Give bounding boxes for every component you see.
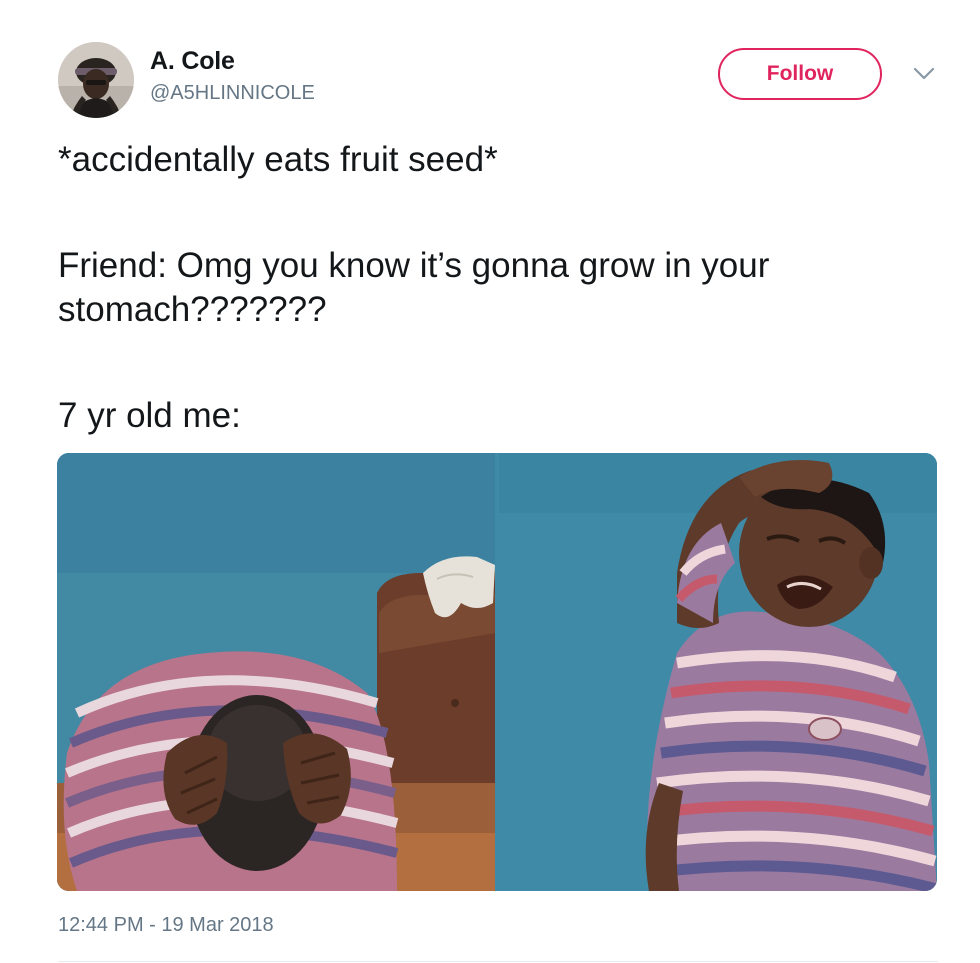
divider <box>58 961 938 962</box>
tweet-line-3: 7 yr old me: <box>58 396 241 435</box>
chevron-down-icon[interactable] <box>912 66 936 82</box>
tweet-line-2: Friend: Omg you know it’s gonna grow in … <box>58 246 770 329</box>
tweet-timestamp[interactable]: 12:44 PM - 19 Mar 2018 <box>58 914 274 937</box>
photo-left[interactable] <box>57 453 495 891</box>
author-name[interactable]: A. Cole <box>150 47 235 76</box>
author-handle[interactable]: @A5HLINNICOLE <box>150 82 315 105</box>
tweet-line-1: *accidentally eats fruit seed* <box>58 140 498 179</box>
tweet-card: A. Cole @A5HLINNICOLE Follow *accidental… <box>0 0 980 963</box>
media-grid <box>57 453 937 891</box>
avatar[interactable] <box>58 42 134 118</box>
photo-right[interactable] <box>499 453 937 891</box>
follow-button[interactable]: Follow <box>718 48 882 100</box>
